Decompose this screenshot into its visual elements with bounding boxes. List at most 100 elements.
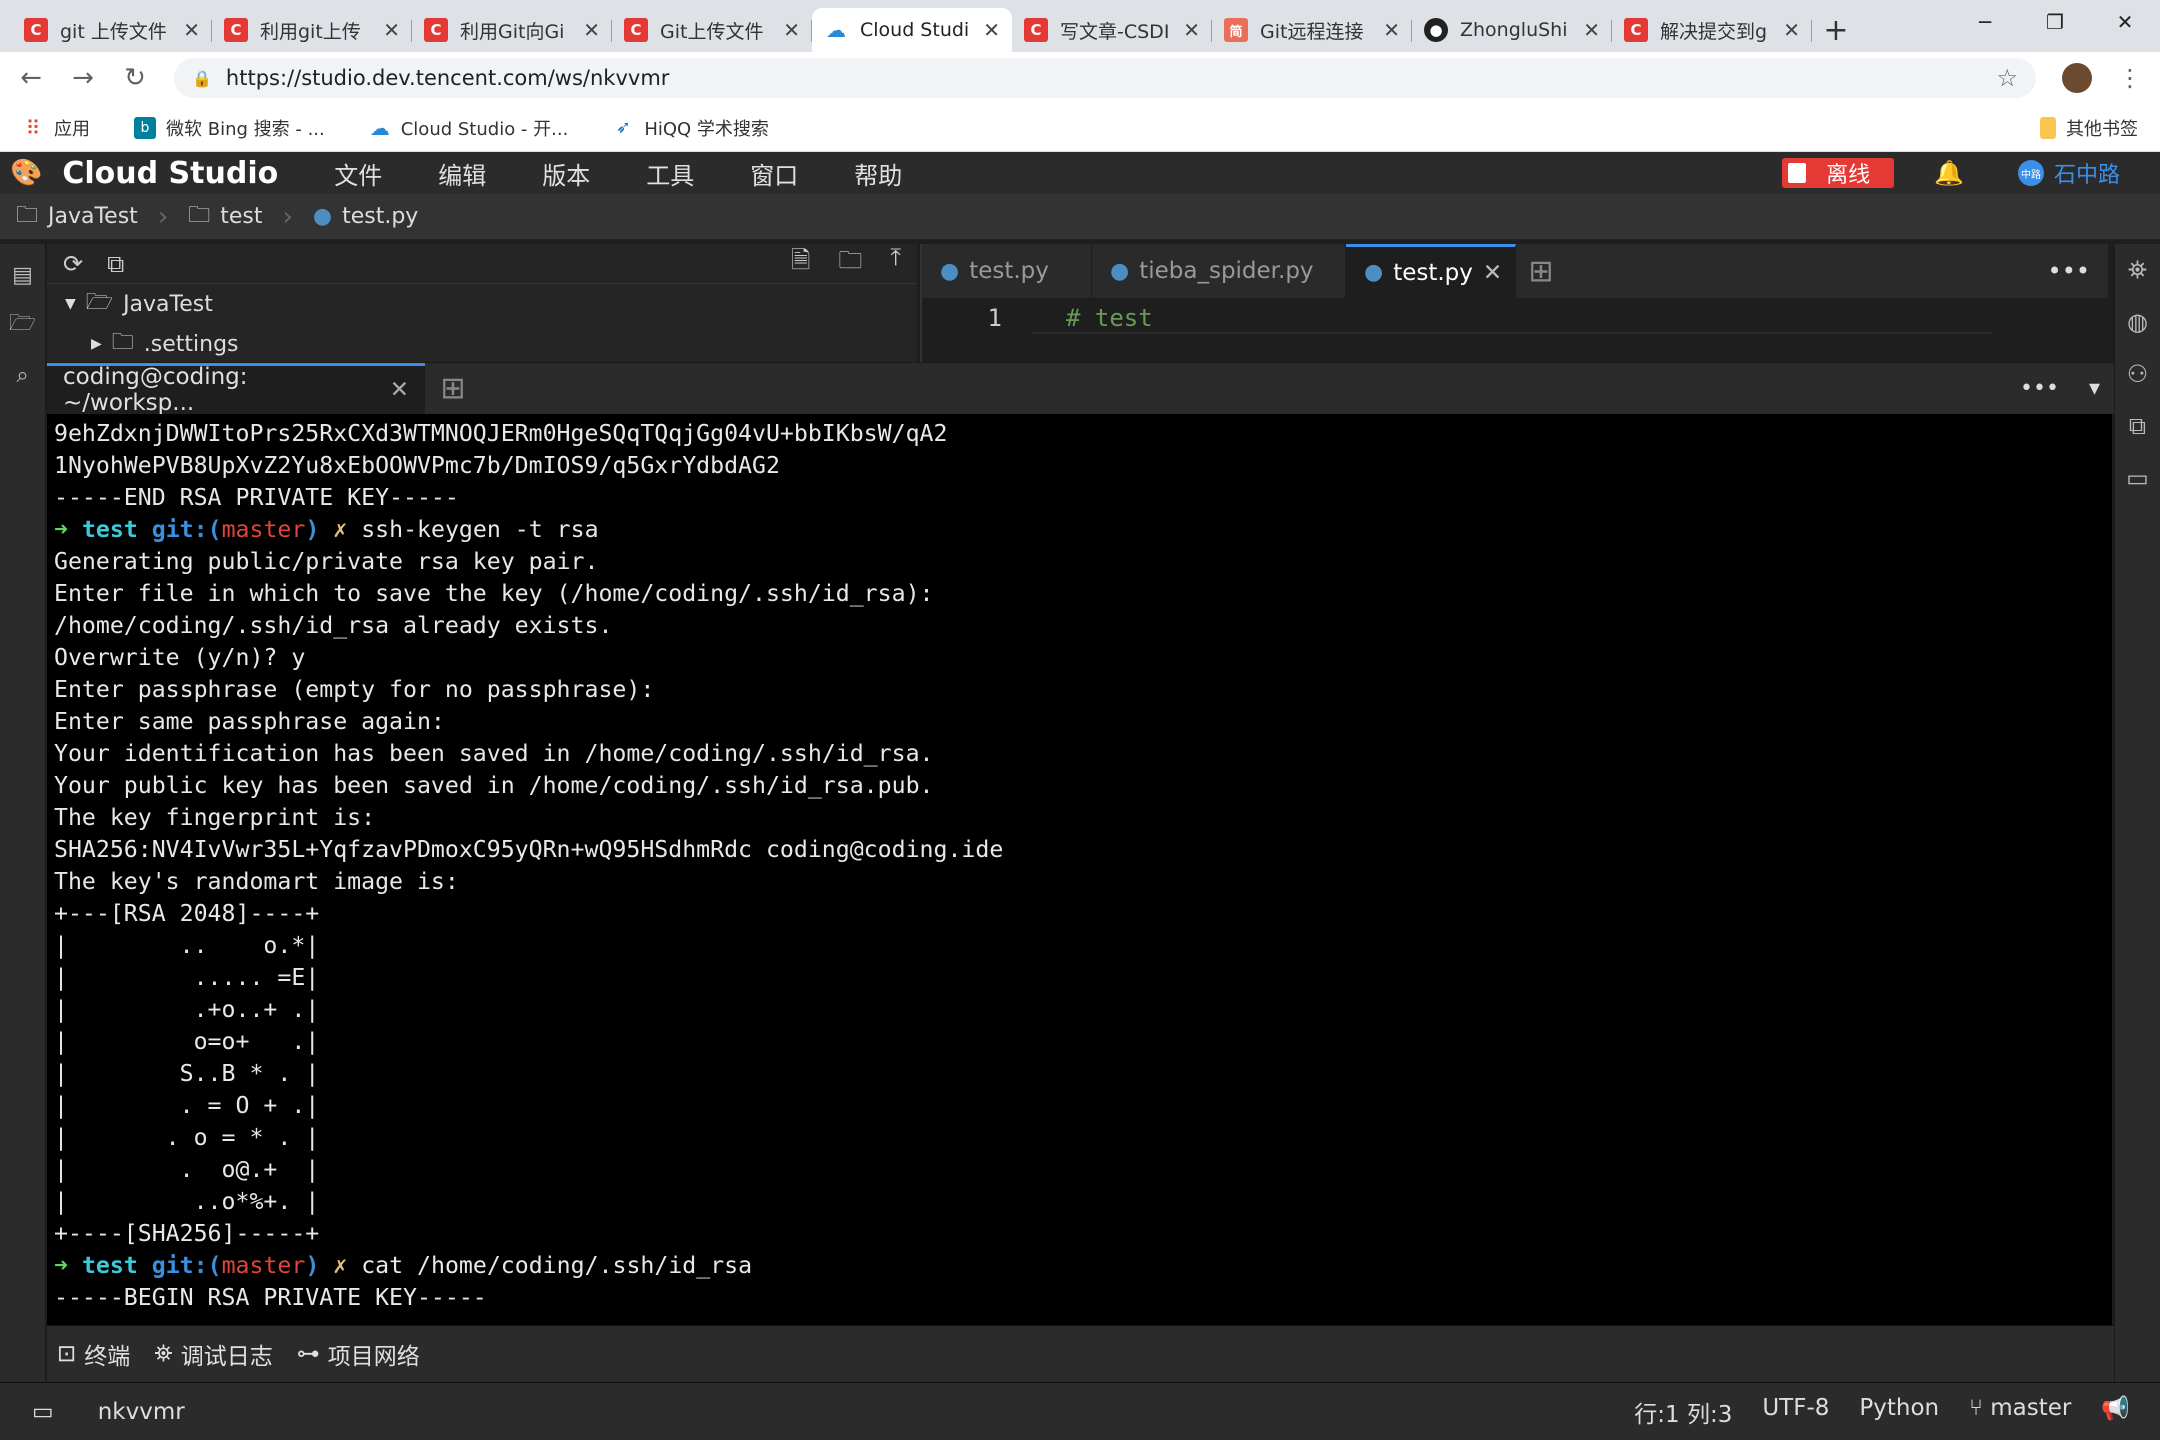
- tree-node-javatest[interactable]: ▼ 🗁 JavaTest: [47, 284, 917, 324]
- refresh-icon[interactable]: ⟳: [63, 250, 83, 278]
- breadcrumb-item[interactable]: 🗀 test ›: [188, 198, 313, 236]
- browser-tab[interactable]: C 利用Git向Gi ✕: [412, 8, 612, 52]
- minimize-button[interactable]: ─: [1950, 0, 2020, 44]
- browser-tab[interactable]: C 利用git上传 ✕: [212, 8, 412, 52]
- breadcrumb-item[interactable]: 🗀 JavaTest ›: [16, 198, 188, 236]
- bookmark-bing[interactable]: b 微软 Bing 搜索 - ...: [134, 115, 325, 141]
- editor-tab[interactable]: ● test.py: [922, 244, 1092, 298]
- collapse-all-icon[interactable]: ⧉: [107, 250, 124, 278]
- bookmark-star-icon[interactable]: ☆: [1996, 64, 2018, 92]
- explorer-icon[interactable]: ▤: [0, 250, 45, 300]
- binoculars-icon: ⛯: [154, 1341, 173, 1367]
- monitor-icon[interactable]: ▭: [2115, 452, 2160, 504]
- more-icon[interactable]: •••: [2048, 244, 2108, 298]
- terminal-line: 9ehZdxnjDWWItoPrs25RxCXd3WTMNOQJERm0HgeS…: [54, 420, 948, 447]
- user-menu[interactable]: 中路 石中路: [2017, 157, 2120, 189]
- close-icon[interactable]: ✕: [783, 18, 800, 42]
- git-branch[interactable]: ⑂ master: [1969, 1395, 2071, 1429]
- encoding[interactable]: UTF-8: [1762, 1395, 1829, 1429]
- upload-icon[interactable]: ⤒: [890, 243, 901, 284]
- terminal-line: Enter passphrase (empty for no passphras…: [54, 676, 655, 703]
- restore-button[interactable]: ❐: [2020, 0, 2090, 44]
- browser-menu-icon[interactable]: ⋮: [2118, 64, 2142, 92]
- breadcrumb-item[interactable]: ● test.py: [313, 204, 438, 229]
- chevron-down-icon[interactable]: ▾: [2089, 376, 2100, 401]
- browser-tab[interactable]: Cgit 上传文件 ✕: [12, 8, 212, 52]
- branch-icon: ⑂: [1969, 1394, 1983, 1421]
- tab-terminal[interactable]: ⊡ 终端: [57, 1337, 130, 1371]
- close-icon[interactable]: ✕: [183, 18, 200, 42]
- browser-tab[interactable]: C Git上传文件 ✕: [612, 8, 812, 52]
- forward-button[interactable]: →: [70, 63, 96, 93]
- folder-icon: [2040, 116, 2056, 139]
- browser-tab[interactable]: C 写文章-CSDI ✕: [1012, 8, 1212, 52]
- binoculars-icon[interactable]: ⛯: [2115, 244, 2160, 296]
- url-field[interactable]: 🔒 https://studio.dev.tencent.com/ws/nkvv…: [174, 58, 2036, 98]
- profile-avatar[interactable]: [2062, 63, 2092, 93]
- editor-tab[interactable]: ● tieba_spider.py: [1092, 244, 1346, 298]
- bookmark-apps[interactable]: ⠿ 应用: [22, 115, 90, 141]
- team-icon[interactable]: ⚇: [2115, 348, 2160, 400]
- bookmark-cloud-studio[interactable]: ☁ Cloud Studio - 开...: [369, 115, 569, 141]
- browser-tab[interactable]: C 解决提交到g ✕: [1612, 8, 1812, 52]
- reload-button[interactable]: ↻: [122, 63, 148, 93]
- language-mode[interactable]: Python: [1859, 1395, 1939, 1429]
- menu-version[interactable]: 版本: [524, 156, 608, 191]
- browser-tab[interactable]: 简 Git远程连接 ✕: [1212, 8, 1412, 52]
- menu-edit[interactable]: 编辑: [420, 156, 504, 191]
- chevron-right-icon: ▶: [91, 336, 102, 352]
- cursor-position[interactable]: 行:1 列:3: [1634, 1395, 1732, 1429]
- search-icon[interactable]: ⌕: [0, 350, 45, 400]
- status-right: 行:1 列:3 UTF-8 Python ⑂ master 📢: [1634, 1395, 2160, 1429]
- browser-tab-label: Git上传文件: [660, 20, 764, 43]
- new-folder-icon[interactable]: 🗀: [838, 243, 862, 284]
- prompt-branch: master: [221, 516, 306, 543]
- terminal-line: | . o = * . |: [54, 1124, 320, 1151]
- menu-file[interactable]: 文件: [316, 156, 400, 191]
- browser-tab[interactable]: ☁ Cloud Studi ✕: [812, 8, 1012, 52]
- close-window-button[interactable]: ✕: [2090, 0, 2160, 44]
- globe-icon[interactable]: ◍: [2115, 296, 2160, 348]
- close-icon[interactable]: ✕: [1383, 18, 1400, 42]
- close-icon[interactable]: ✕: [383, 18, 400, 42]
- terminal-line: Your identification has been saved in /h…: [54, 740, 934, 767]
- add-terminal-icon[interactable]: ⊞: [425, 363, 481, 414]
- tree-node-settings[interactable]: ▶ 🗀 .settings: [47, 324, 917, 364]
- close-icon[interactable]: ✕: [983, 18, 1000, 42]
- terminal-tab[interactable]: coding@coding: ~/worksp... ✕: [47, 363, 425, 416]
- bookmark-other[interactable]: 其他书签: [2040, 115, 2138, 141]
- tab-project-network[interactable]: ⊶ 项目网络: [297, 1337, 420, 1371]
- jianshu-icon: 简: [1224, 18, 1248, 42]
- folder-open-icon[interactable]: 🗁: [0, 300, 45, 350]
- bell-icon[interactable]: 🔔: [1934, 159, 1964, 187]
- prompt-git: git:(: [151, 516, 222, 543]
- close-icon[interactable]: ✕: [1183, 18, 1200, 42]
- close-icon[interactable]: ✕: [1783, 18, 1800, 42]
- bookmark-label: 应用: [54, 118, 90, 140]
- menu-window[interactable]: 窗口: [732, 156, 816, 191]
- tab-debug-log[interactable]: ⛯ 调试日志: [154, 1337, 272, 1371]
- back-button[interactable]: ←: [18, 63, 44, 93]
- code-line[interactable]: # test: [1032, 298, 1992, 334]
- offline-toggle[interactable]: 离线: [1782, 158, 1895, 188]
- menu-tools[interactable]: 工具: [628, 156, 712, 191]
- python-icon: ●: [1110, 258, 1130, 284]
- bookmark-hiqq[interactable]: ➶ HiQQ 学术搜索: [612, 115, 769, 141]
- code-area[interactable]: 1 # test: [922, 298, 2108, 362]
- new-file-icon[interactable]: 🗎: [791, 243, 810, 284]
- close-icon[interactable]: ✕: [583, 18, 600, 42]
- close-icon[interactable]: ✕: [1583, 18, 1600, 42]
- terminal-line: Your public key has been saved in /home/…: [54, 772, 934, 799]
- add-tab-icon[interactable]: ⊞: [1516, 244, 1566, 298]
- editor-tab-active[interactable]: ● test.py ✕: [1346, 244, 1516, 298]
- menu-help[interactable]: 帮助: [836, 156, 920, 191]
- close-icon[interactable]: ✕: [390, 377, 409, 403]
- more-icon[interactable]: •••: [2020, 376, 2059, 401]
- browser-tab[interactable]: ● ZhongluShi ✕: [1412, 8, 1612, 52]
- feedback-icon[interactable]: 📢: [2101, 1395, 2130, 1429]
- workspace-indicator[interactable]: ▭ nkvvmr: [32, 1399, 185, 1425]
- new-tab-button[interactable]: +: [1812, 8, 1860, 52]
- external-link-icon[interactable]: ⧉: [2115, 400, 2160, 452]
- close-icon[interactable]: ✕: [1483, 260, 1502, 286]
- terminal-output[interactable]: 9ehZdxnjDWWItoPrs25RxCXd3WTMNOQJERm0HgeS…: [47, 414, 2112, 1325]
